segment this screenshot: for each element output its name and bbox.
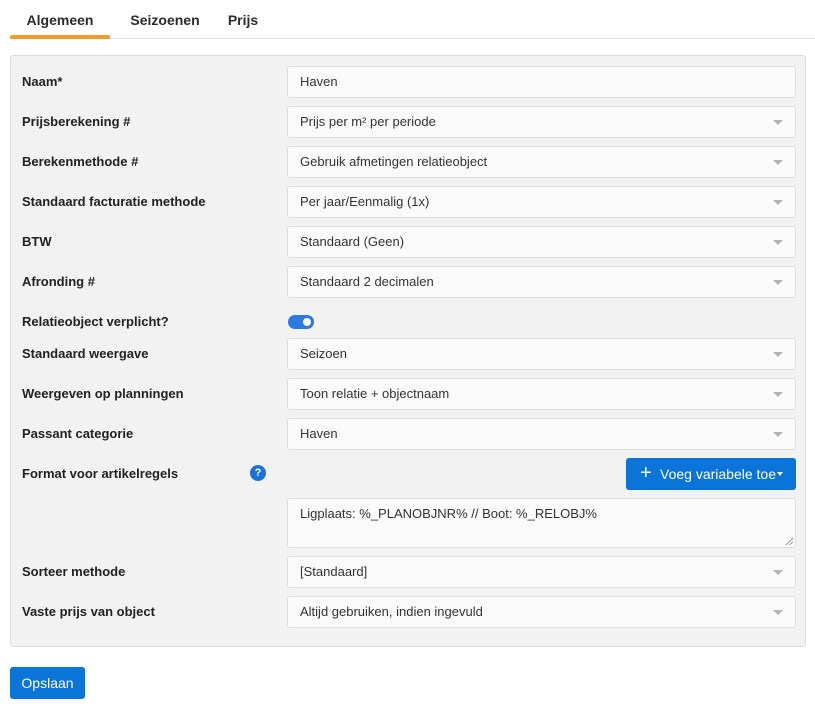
berekenmethode-select[interactable]: Gebruik afmetingen relatieobject	[287, 146, 796, 178]
prijsberekening-select[interactable]: Prijs per m² per periode	[287, 106, 796, 138]
caret-down-icon	[773, 200, 783, 205]
vasteprijs-select[interactable]: Altijd gebruiken, indien ingevuld	[287, 596, 796, 628]
caret-down-icon	[777, 472, 783, 476]
vasteprijs-label: Vaste prijs van object	[22, 604, 155, 619]
naam-input[interactable]: Haven	[287, 66, 796, 98]
passant-value: Haven	[300, 426, 338, 441]
planningen-label: Weergeven op planningen	[22, 386, 184, 401]
save-button[interactable]: Opslaan	[10, 667, 85, 699]
weergave-select[interactable]: Seizoen	[287, 338, 796, 370]
afronding-label: Afronding #	[22, 274, 95, 289]
tab-algemeen[interactable]: Algemeen	[10, 0, 110, 39]
tab-bar: Algemeen Seizoenen Prijs	[10, 0, 815, 39]
prijsberekening-value: Prijs per m² per periode	[300, 114, 436, 129]
caret-down-icon	[773, 240, 783, 245]
resize-handle-icon[interactable]	[785, 537, 793, 545]
tab-prijs[interactable]: Prijs	[208, 0, 278, 39]
afronding-value: Standaard 2 decimalen	[300, 274, 434, 289]
facturatie-value: Per jaar/Eenmalig (1x)	[300, 194, 430, 209]
sorteer-label: Sorteer methode	[22, 564, 126, 579]
sorteer-select[interactable]: [Standaard]	[287, 556, 796, 588]
berekenmethode-value: Gebruik afmetingen relatieobject	[300, 154, 488, 169]
passant-select[interactable]: Haven	[287, 418, 796, 450]
btw-label: BTW	[22, 234, 52, 249]
add-variable-label: Voeg variabele toe	[660, 466, 776, 482]
caret-down-icon	[773, 160, 783, 165]
caret-down-icon	[773, 432, 783, 437]
planningen-select[interactable]: Toon relatie + objectnaam	[287, 378, 796, 410]
facturatie-select[interactable]: Per jaar/Eenmalig (1x)	[287, 186, 796, 218]
relatieobject-toggle[interactable]	[288, 315, 314, 329]
caret-down-icon	[773, 352, 783, 357]
naam-label: Naam*	[22, 74, 63, 89]
btw-value: Standaard (Geen)	[300, 234, 405, 249]
tab-seizoenen[interactable]: Seizoenen	[115, 0, 215, 39]
afronding-select[interactable]: Standaard 2 decimalen	[287, 266, 796, 298]
sorteer-value: [Standaard]	[300, 564, 368, 579]
caret-down-icon	[773, 280, 783, 285]
weergave-value: Seizoen	[300, 346, 347, 361]
caret-down-icon	[773, 570, 783, 575]
caret-down-icon	[773, 392, 783, 397]
caret-down-icon	[773, 120, 783, 125]
passant-label: Passant categorie	[22, 426, 134, 441]
format-label: Format voor artikelregels	[22, 466, 179, 481]
settings-form: Naam* Haven Prijsberekening # Prijs per …	[10, 55, 806, 647]
caret-down-icon	[773, 610, 783, 615]
btw-select[interactable]: Standaard (Geen)	[287, 226, 796, 258]
facturatie-label: Standaard facturatie methode	[22, 194, 206, 209]
toggle-knob	[303, 318, 311, 326]
vasteprijs-value: Altijd gebruiken, indien ingevuld	[300, 604, 483, 619]
format-value: Ligplaats: %_PLANOBJNR% // Boot: %_RELOB…	[300, 506, 597, 521]
planningen-value: Toon relatie + objectnaam	[300, 386, 450, 401]
relatieobject-label: Relatieobject verplicht?	[22, 314, 169, 329]
weergave-label: Standaard weergave	[22, 346, 149, 361]
question-circle-icon[interactable]: ?	[250, 465, 266, 481]
plus-icon: +	[640, 462, 652, 484]
add-variable-button[interactable]: + Voeg variabele toe	[626, 458, 796, 490]
berekenmethode-label: Berekenmethode #	[22, 154, 139, 169]
prijsberekening-label: Prijsberekening #	[22, 114, 131, 129]
format-textarea[interactable]: Ligplaats: %_PLANOBJNR% // Boot: %_RELOB…	[287, 498, 796, 548]
